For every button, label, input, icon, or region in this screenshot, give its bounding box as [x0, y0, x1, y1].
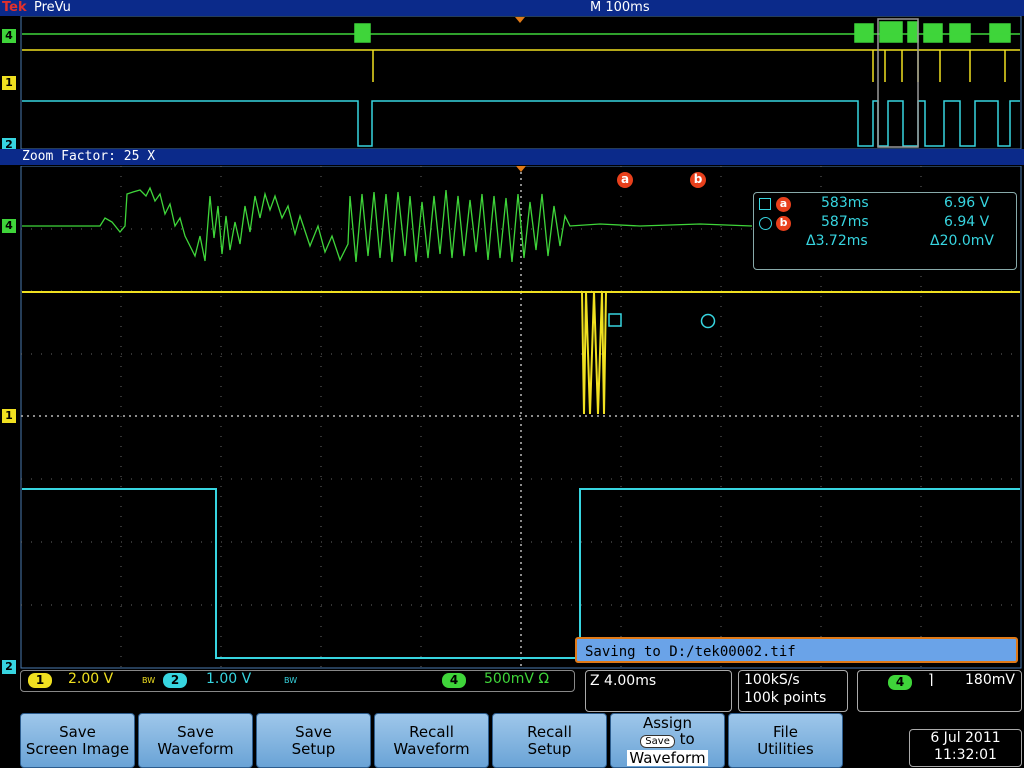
recall-waveform-button[interactable]: Recall Waveform	[374, 713, 489, 768]
cursor-delta-value: Δ20.0mV	[930, 233, 994, 249]
file-utilities-line2: Utilities	[757, 739, 814, 758]
zoom-time-readout[interactable]: Z 4.00ms	[585, 670, 732, 712]
recall-setup-button[interactable]: Recall Setup	[492, 713, 607, 768]
save-waveform-button[interactable]: Save Waveform	[138, 713, 253, 768]
saving-notification: Saving to D:/tek00002.tif	[575, 637, 1018, 663]
header-bar	[0, 0, 1024, 16]
cursor-b-readout-badge: b	[776, 216, 791, 231]
assign-line3: Waveform	[627, 749, 708, 767]
main-ch2-marker[interactable]: 2	[2, 660, 16, 674]
overview-ch4-marker[interactable]: 4	[2, 29, 16, 43]
cursor-b-time: 587ms	[821, 214, 869, 230]
mode-label: PreVu	[34, 0, 71, 15]
overview-pane	[20, 16, 1022, 150]
cursor-b-circle-readout-icon	[759, 217, 772, 230]
cursor-a-marker[interactable]: a	[617, 172, 633, 188]
save-waveform-line2: Waveform	[157, 739, 234, 758]
save-setup-line1: Save	[295, 722, 332, 741]
cursor-b-value: 6.94 V	[944, 214, 990, 230]
zoom-factor-label: Zoom Factor: 25 X	[22, 149, 156, 164]
save-setup-line2: Setup	[291, 739, 336, 758]
timebase-readout: M 100ms	[590, 0, 650, 15]
file-utilities-button[interactable]: File Utilities	[728, 713, 843, 768]
cursor-a-label: a	[620, 172, 630, 186]
ch4-badge[interactable]: 4	[442, 673, 466, 688]
cursor-a-time: 583ms	[821, 195, 869, 211]
save-screen-image-line2: Screen Image	[25, 739, 130, 758]
datetime-display: 6 Jul 2011 11:32:01	[909, 729, 1022, 767]
cursor-b-marker[interactable]: b	[690, 172, 706, 188]
recall-waveform-line2: Waveform	[393, 739, 470, 758]
brand-logo: Tek	[2, 0, 27, 15]
ch2-badge[interactable]: 2	[163, 673, 187, 688]
ch1-scale[interactable]: 2.00 V	[68, 671, 113, 687]
ch2-scale[interactable]: 1.00 V	[206, 671, 251, 687]
date-text: 6 Jul 2011	[930, 730, 1001, 746]
cursor-b-label: b	[693, 172, 703, 186]
time-text: 11:32:01	[934, 747, 997, 763]
recall-setup-line2: Setup	[527, 739, 572, 758]
ch4-scale[interactable]: 500mV Ω	[484, 671, 549, 687]
trigger-source-badge: 4	[888, 675, 912, 690]
save-key-icon: Save	[640, 735, 675, 748]
record-length: 100k points	[744, 690, 827, 706]
save-screen-image-button[interactable]: Save Screen Image	[20, 713, 135, 768]
main-ch4-marker[interactable]: 4	[2, 219, 16, 233]
recall-waveform-line1: Recall	[409, 722, 454, 741]
save-screen-image-line1: Save	[59, 722, 96, 741]
trigger-readout[interactable]: 4 ⌉ 180mV	[857, 670, 1022, 712]
trigger-level: 180mV	[965, 672, 1015, 688]
save-waveform-line1: Save	[177, 722, 214, 741]
cursor-a-readout-badge: a	[776, 197, 791, 212]
ch1-badge[interactable]: 1	[28, 673, 52, 688]
assign-line2: Save to	[640, 730, 695, 750]
cursor-readout-panel: a 583ms 6.96 V b 587ms 6.94 V Δ3.72ms Δ2…	[753, 192, 1017, 270]
cursor-a-value: 6.96 V	[944, 195, 990, 211]
assign-save-button[interactable]: Assign Save to Waveform	[610, 713, 725, 768]
acquisition-readout[interactable]: 100kS/s 100k points	[738, 670, 848, 712]
cursor-a-square-readout-icon	[759, 198, 771, 210]
save-setup-button[interactable]: Save Setup	[256, 713, 371, 768]
sample-rate: 100kS/s	[744, 672, 800, 688]
trigger-slope-icon: ⌉	[928, 672, 934, 688]
assign-line1: Assign	[642, 714, 693, 732]
cursor-delta-time: Δ3.72ms	[806, 233, 868, 249]
ch1-bw-limit: BW	[142, 676, 156, 685]
assign-to-label: to	[679, 730, 695, 748]
main-ch1-marker[interactable]: 1	[2, 409, 16, 423]
file-utilities-line1: File	[772, 722, 799, 741]
zoom-time-value: Z 4.00ms	[590, 673, 657, 689]
ch2-bw-limit: BW	[284, 676, 298, 685]
recall-setup-line1: Recall	[527, 722, 572, 741]
overview-ch1-marker[interactable]: 1	[2, 76, 16, 90]
